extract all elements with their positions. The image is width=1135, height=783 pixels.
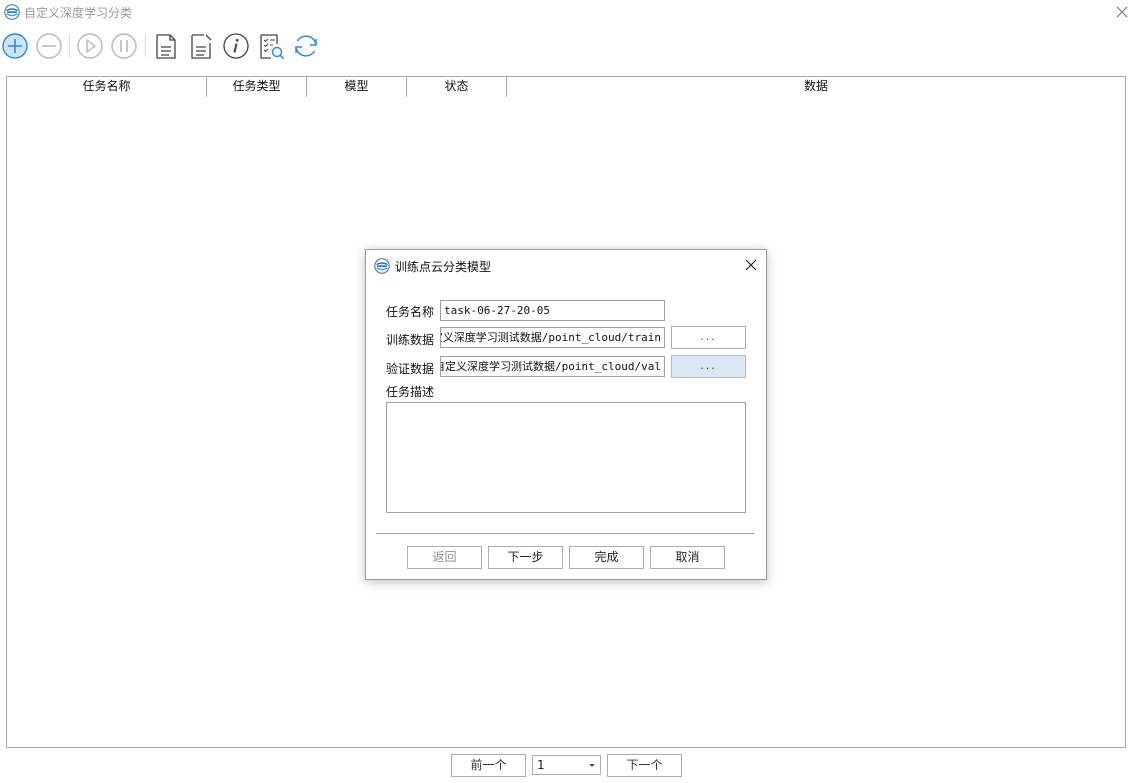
toolbar — [0, 28, 1135, 64]
toolbar-divider — [69, 34, 70, 58]
dialog-close-icon[interactable] — [743, 257, 759, 273]
pause-icon[interactable] — [109, 31, 139, 61]
page-select[interactable]: 1 — [532, 755, 601, 775]
window-titlebar: 自定义深度学习分类 — [0, 0, 1135, 24]
cancel-button[interactable]: 取消 — [650, 546, 725, 569]
train-data-browse-button[interactable]: ... — [671, 326, 746, 349]
app-logo-icon — [374, 258, 390, 274]
refresh-icon[interactable] — [291, 31, 321, 61]
back-button[interactable]: 返回 — [407, 546, 482, 569]
edit-document-icon[interactable] — [186, 31, 216, 61]
add-icon[interactable] — [0, 31, 30, 61]
val-data-input[interactable]: 自定义深度学习测试数据/point_cloud/val — [440, 356, 665, 377]
train-model-dialog: 训练点云分类模型 任务名称 task-06-27-20-05 训练数据 自定义深… — [365, 249, 767, 580]
window-title: 自定义深度学习分类 — [24, 6, 133, 20]
task-description-label: 任务描述 — [386, 385, 435, 399]
dialog-title: 训练点云分类模型 — [395, 260, 492, 274]
val-data-path: 自定义深度学习测试数据/point_cloud/val — [440, 360, 661, 373]
column-header-model[interactable]: 模型 — [307, 77, 407, 97]
table-header: 任务名称 任务类型 模型 状态 数据 — [7, 77, 1125, 97]
column-header-status[interactable]: 状态 — [407, 77, 507, 97]
next-page-button[interactable]: 下一个 — [607, 754, 682, 777]
report-icon[interactable] — [151, 31, 181, 61]
val-data-label: 验证数据 — [386, 362, 435, 376]
train-data-input[interactable]: 自定义深度学习测试数据/point_cloud/train — [440, 327, 665, 348]
previous-page-button[interactable]: 前一个 — [451, 754, 526, 777]
task-name-input[interactable]: task-06-27-20-05 — [440, 300, 665, 321]
inspect-list-icon[interactable] — [256, 31, 286, 61]
finish-button[interactable]: 完成 — [569, 546, 644, 569]
val-data-browse-button[interactable]: ... — [671, 355, 746, 378]
info-icon[interactable] — [221, 31, 251, 61]
toolbar-divider — [145, 34, 146, 58]
app-logo-icon — [4, 4, 20, 20]
column-header-task-name[interactable]: 任务名称 — [7, 77, 207, 97]
dropdown-arrow-icon — [589, 764, 595, 767]
remove-icon[interactable] — [34, 31, 64, 61]
window-close-icon[interactable] — [1113, 3, 1131, 21]
task-name-label: 任务名称 — [386, 305, 435, 319]
train-data-path: 自定义深度学习测试数据/point_cloud/train — [440, 331, 661, 344]
column-header-task-type[interactable]: 任务类型 — [207, 77, 307, 97]
play-icon[interactable] — [75, 31, 105, 61]
train-data-label: 训练数据 — [386, 333, 435, 347]
dialog-divider — [376, 533, 754, 534]
page-select-value: 1 — [537, 758, 545, 772]
task-description-textarea[interactable] — [386, 402, 746, 513]
column-header-data[interactable]: 数据 — [507, 77, 1125, 97]
next-step-button[interactable]: 下一步 — [488, 546, 563, 569]
